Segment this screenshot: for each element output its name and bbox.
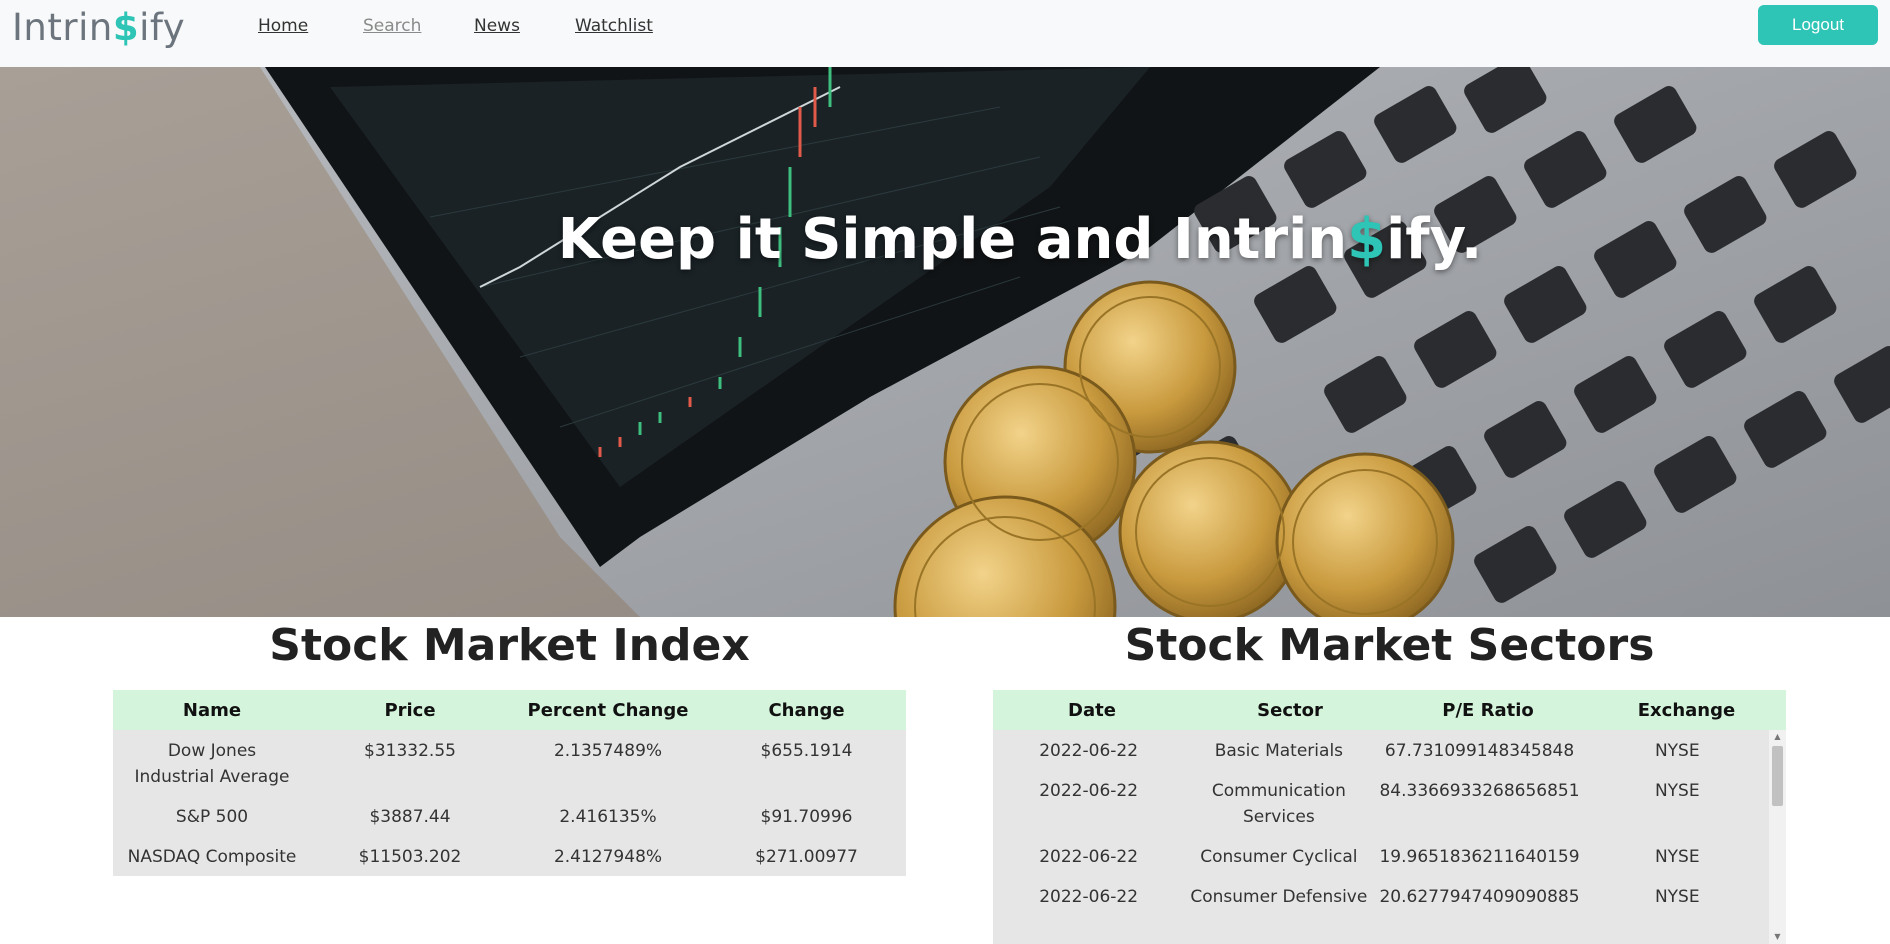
nav-home-link[interactable]: Home [258, 16, 308, 36]
hero-banner: Keep it Simple and Intrin$ify. [0, 67, 1890, 617]
scroll-down-arrow-icon[interactable]: ▼ [1772, 932, 1783, 942]
sectors-cell-sector: Basic Materials [1184, 730, 1374, 770]
top-navbar: Intrin$ify Home Search News Watchlist Lo… [0, 0, 1890, 67]
index-cell-price: $3887.44 [311, 796, 509, 836]
index-header-percent-change: Percent Change [509, 690, 707, 730]
table-row: Dow Jones Industrial Average $31332.55 2… [113, 730, 906, 796]
brand-prefix: Intrin [12, 6, 113, 49]
index-cell-name: NASDAQ Composite [113, 836, 311, 876]
index-cell-name: Dow Jones Industrial Average [113, 730, 311, 796]
index-table-container: Name Price Percent Change Change Dow Jon… [113, 690, 906, 876]
sectors-cell-exchange: NYSE [1585, 836, 1769, 876]
table-row: 2022-06-22 Communication Services 84.336… [993, 770, 1769, 836]
hero-title-suffix: ify. [1386, 207, 1483, 272]
table-row: 2022-06-22 Consumer Cyclical 19.96518362… [993, 836, 1769, 876]
index-cell-change: $655.1914 [707, 730, 906, 796]
nav-watchlist-link[interactable]: Watchlist [575, 16, 653, 36]
sectors-scrollbar[interactable]: ▲ ▼ [1769, 730, 1786, 944]
sectors-table-body: 2022-06-22 Basic Materials 67.7310991483… [993, 730, 1769, 916]
logout-button[interactable]: Logout [1758, 5, 1878, 45]
nav-search-link[interactable]: Search [363, 16, 421, 36]
index-section-title: Stock Market Index [269, 620, 750, 671]
table-row: 2022-06-22 Basic Materials 67.7310991483… [993, 730, 1769, 770]
sectors-cell-date: 2022-06-22 [993, 836, 1185, 876]
sectors-header-exchange: Exchange [1587, 690, 1786, 730]
index-cell-price: $31332.55 [311, 730, 509, 796]
index-cell-price: $11503.202 [311, 836, 509, 876]
index-header-name: Name [113, 690, 311, 730]
index-cell-change: $271.00977 [707, 836, 906, 876]
sectors-cell-date: 2022-06-22 [993, 730, 1185, 770]
table-row: 2022-06-22 Consumer Defensive 20.6277947… [993, 876, 1769, 916]
index-cell-name: S&P 500 [113, 796, 311, 836]
hero-title-dollar: $ [1347, 207, 1387, 272]
hero-background-image [0, 67, 1890, 617]
index-cell-percent-change: 2.416135% [509, 796, 707, 836]
sectors-cell-date: 2022-06-22 [993, 770, 1185, 836]
sectors-cell-sector: Communication Services [1184, 770, 1374, 836]
brand-logo[interactable]: Intrin$ify [12, 6, 185, 49]
table-row: S&P 500 $3887.44 2.416135% $91.70996 [113, 796, 906, 836]
sectors-cell-sector: Consumer Defensive [1184, 876, 1374, 916]
sectors-header-pe-ratio: P/E Ratio [1389, 690, 1587, 730]
index-header-change: Change [707, 690, 906, 730]
index-table: Name Price Percent Change Change Dow Jon… [113, 690, 906, 876]
sectors-section-title: Stock Market Sectors [1124, 620, 1655, 671]
index-header-price: Price [311, 690, 509, 730]
hero-title-prefix: Keep it Simple and Intrin [557, 207, 1348, 272]
scroll-up-arrow-icon[interactable]: ▲ [1772, 732, 1783, 742]
index-cell-percent-change: 2.4127948% [509, 836, 707, 876]
index-cell-percent-change: 2.1357489% [509, 730, 707, 796]
table-row: NASDAQ Composite $11503.202 2.4127948% $… [113, 836, 906, 876]
sectors-scrollbar-thumb[interactable] [1772, 746, 1783, 806]
sectors-cell-sector: Consumer Cyclical [1184, 836, 1374, 876]
sectors-cell-pe-ratio: 84.3366933268656851 [1373, 770, 1586, 836]
sectors-cell-pe-ratio: 19.9651836211640159 [1373, 836, 1586, 876]
sectors-header-sector: Sector [1191, 690, 1389, 730]
brand-suffix: ify [139, 6, 186, 49]
sectors-table-scroll-area[interactable]: 2022-06-22 Basic Materials 67.7310991483… [993, 730, 1786, 944]
sectors-cell-pe-ratio: 20.6277947409090885 [1373, 876, 1586, 916]
index-table-header-row: Name Price Percent Change Change [113, 690, 906, 730]
sectors-cell-exchange: NYSE [1585, 770, 1769, 836]
sectors-cell-date: 2022-06-22 [993, 876, 1185, 916]
sectors-header-date: Date [993, 690, 1191, 730]
sectors-table-header-row: Date Sector P/E Ratio Exchange [993, 690, 1786, 730]
sectors-table-header-container: Date Sector P/E Ratio Exchange [993, 690, 1786, 730]
brand-dollar: $ [112, 6, 140, 49]
index-cell-change: $91.70996 [707, 796, 906, 836]
nav-news-link[interactable]: News [474, 16, 520, 36]
sectors-table-header: Date Sector P/E Ratio Exchange [993, 690, 1786, 730]
sectors-cell-exchange: NYSE [1585, 876, 1769, 916]
hero-title: Keep it Simple and Intrin$ify. [0, 207, 1890, 272]
sectors-cell-pe-ratio: 67.731099148345848 [1373, 730, 1586, 770]
sectors-cell-exchange: NYSE [1585, 730, 1769, 770]
